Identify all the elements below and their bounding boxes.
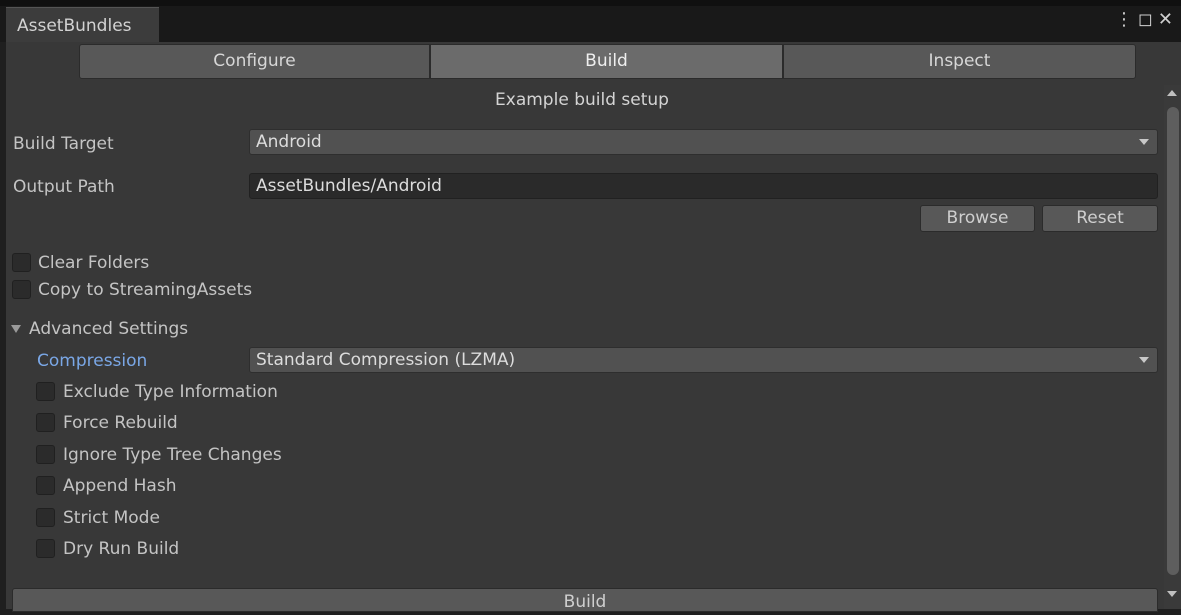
compression-dropdown[interactable]: Standard Compression (LZMA) <box>249 347 1158 373</box>
compression-label: Compression <box>37 351 148 371</box>
compression-value: Standard Compression (LZMA) <box>256 350 516 370</box>
maximize-icon[interactable]: ◻ <box>1138 9 1153 30</box>
vertical-ellipsis-icon[interactable]: ⋮ <box>1115 9 1133 30</box>
window-controls: ⋮ ◻ ✕ <box>1110 9 1173 30</box>
exclude-type-info-label: Exclude Type Information <box>63 382 278 402</box>
output-path-field[interactable]: AssetBundles/Android <box>249 173 1158 199</box>
tab-build[interactable]: Build <box>430 44 783 79</box>
copy-streaming-assets-label: Copy to StreamingAssets <box>38 280 253 300</box>
output-path-value: AssetBundles/Android <box>256 176 442 196</box>
force-rebuild-label: Force Rebuild <box>63 413 178 433</box>
exclude-type-info-checkbox[interactable] <box>36 382 55 401</box>
window-tab-label: AssetBundles <box>17 16 132 36</box>
append-hash-checkbox[interactable] <box>36 476 55 495</box>
window-tab-strip <box>0 0 1181 42</box>
scroll-down-icon[interactable] <box>1167 591 1177 597</box>
append-hash-label: Append Hash <box>63 476 177 496</box>
copy-streaming-assets-checkbox[interactable] <box>12 280 31 299</box>
window-top-edge <box>0 0 1181 6</box>
strict-mode-label: Strict Mode <box>63 508 160 528</box>
advanced-settings-foldout[interactable]: Advanced Settings <box>29 319 188 339</box>
build-target-value: Android <box>256 132 322 152</box>
ignore-type-tree-checkbox[interactable] <box>36 445 55 464</box>
build-target-label: Build Target <box>13 134 114 154</box>
dry-run-build-label: Dry Run Build <box>63 539 180 559</box>
chevron-down-icon <box>1139 139 1149 145</box>
tab-inspect[interactable]: Inspect <box>783 44 1136 79</box>
scroll-up-icon[interactable] <box>1167 90 1177 96</box>
build-target-dropdown[interactable]: Android <box>249 129 1158 155</box>
window-tab[interactable]: AssetBundles <box>6 7 159 42</box>
clear-folders-label: Clear Folders <box>38 253 150 273</box>
output-path-label: Output Path <box>13 177 115 197</box>
foldout-arrow-icon[interactable] <box>11 325 21 333</box>
reset-button[interactable]: Reset <box>1042 205 1158 232</box>
tab-configure[interactable]: Configure <box>79 44 430 79</box>
close-icon[interactable]: ✕ <box>1158 9 1173 30</box>
chevron-down-icon <box>1139 357 1149 363</box>
strict-mode-checkbox[interactable] <box>36 508 55 527</box>
clear-folders-checkbox[interactable] <box>12 253 31 272</box>
force-rebuild-checkbox[interactable] <box>36 413 55 432</box>
build-button[interactable]: Build <box>12 588 1158 612</box>
dry-run-build-checkbox[interactable] <box>36 539 55 558</box>
scrollbar-thumb[interactable] <box>1167 107 1179 575</box>
browse-button[interactable]: Browse <box>920 205 1035 232</box>
ignore-type-tree-label: Ignore Type Tree Changes <box>63 445 282 465</box>
setup-title: Example build setup <box>495 90 669 110</box>
